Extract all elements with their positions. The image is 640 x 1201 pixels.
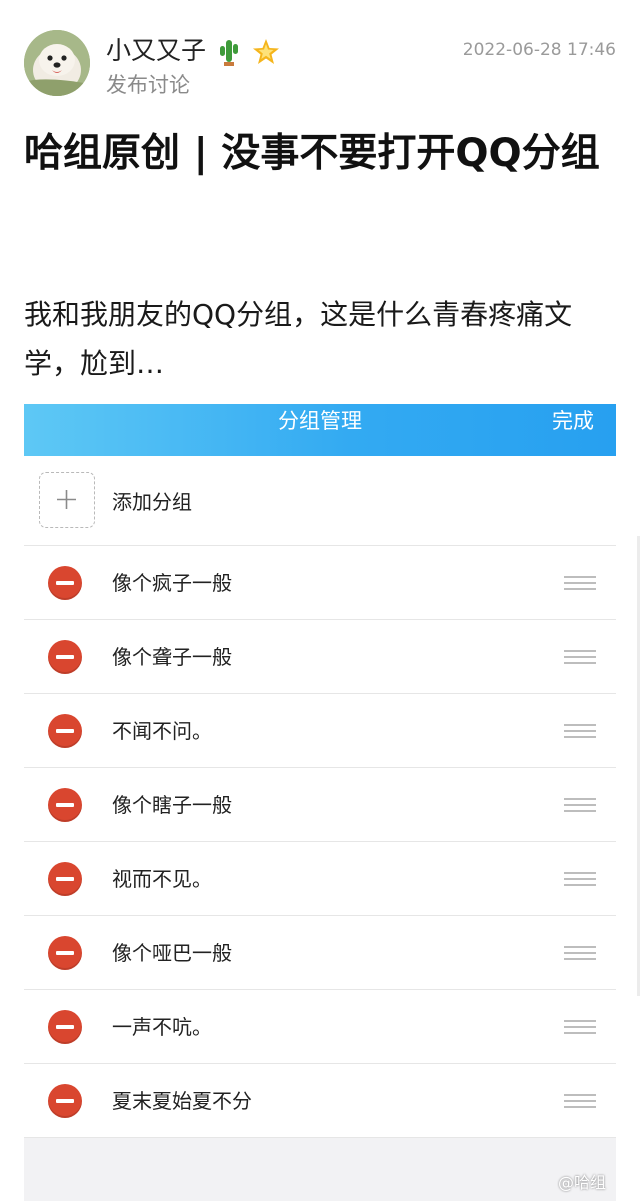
embedded-screenshot: 分组管理 完成 添加分组 像个疯子一般 像个聋子一般 不闻不问。 像个瞎子一般 … [24,404,616,1201]
group-name: 像个哑巴一般 [112,941,232,965]
group-name: 一声不吭。 [112,1015,212,1039]
add-group-button[interactable] [39,472,95,528]
navbar-title: 分组管理 [278,409,362,433]
delete-group-icon[interactable] [48,936,82,970]
group-row: 视而不见。 [24,842,616,916]
delete-group-icon[interactable] [48,640,82,674]
group-row: 像个聋子一般 [24,620,616,694]
star-icon [252,39,279,64]
group-row: 夏末夏始夏不分 [24,1064,616,1138]
list-footer: @哈组 [24,1138,616,1201]
author-name[interactable]: 小又又子 [106,36,280,66]
dog-avatar-icon [24,30,90,96]
group-manage-navbar: 分组管理 完成 [24,404,616,456]
drag-handle-icon[interactable] [564,1094,596,1108]
group-row: 不闻不问。 [24,694,616,768]
delete-group-icon[interactable] [48,714,82,748]
group-row: 像个疯子一般 [24,546,616,620]
group-name: 视而不见。 [112,867,212,891]
delete-group-icon[interactable] [48,566,82,600]
group-row: 像个哑巴一般 [24,916,616,990]
group-row: 像个瞎子一般 [24,768,616,842]
done-button[interactable]: 完成 [552,404,594,438]
author-name-text: 小又又子 [106,36,207,65]
post-category: 发布讨论 [106,73,190,97]
delete-group-icon[interactable] [48,862,82,896]
avatar[interactable] [24,30,90,96]
group-row: 一声不吭。 [24,990,616,1064]
drag-handle-icon[interactable] [564,872,596,886]
drag-handle-icon[interactable] [564,650,596,664]
group-name: 像个瞎子一般 [112,793,232,817]
post-timestamp: 2022-06-28 17:46 [462,40,616,60]
plus-icon [57,490,76,509]
delete-group-icon[interactable] [48,1084,82,1118]
watermark: @哈组 [557,1173,606,1192]
drag-handle-icon[interactable] [564,724,596,738]
add-group-label: 添加分组 [112,490,192,514]
delete-group-icon[interactable] [48,1010,82,1044]
post-body: 我和我朋友的QQ分组，这是什么青春疼痛文学，尬到… [24,298,573,380]
group-list: 像个疯子一般 像个聋子一般 不闻不问。 像个瞎子一般 视而不见。 像个哑巴一般 [24,546,616,1138]
group-name: 不闻不问。 [112,719,212,743]
group-name: 像个聋子一般 [112,645,232,669]
delete-group-icon[interactable] [48,788,82,822]
drag-handle-icon[interactable] [564,1020,596,1034]
drag-handle-icon[interactable] [564,576,596,590]
post-title: 哈组原创 | 没事不要打开QQ分组 [24,131,600,176]
group-name: 像个疯子一般 [112,571,232,595]
drag-handle-icon[interactable] [564,798,596,812]
post-header: 小又又子 发布讨论 2022-06-28 17:46 [24,30,616,102]
cactus-icon [219,40,238,66]
drag-handle-icon[interactable] [564,946,596,960]
group-name: 夏末夏始夏不分 [112,1089,252,1113]
add-group-row[interactable]: 添加分组 [24,456,616,546]
